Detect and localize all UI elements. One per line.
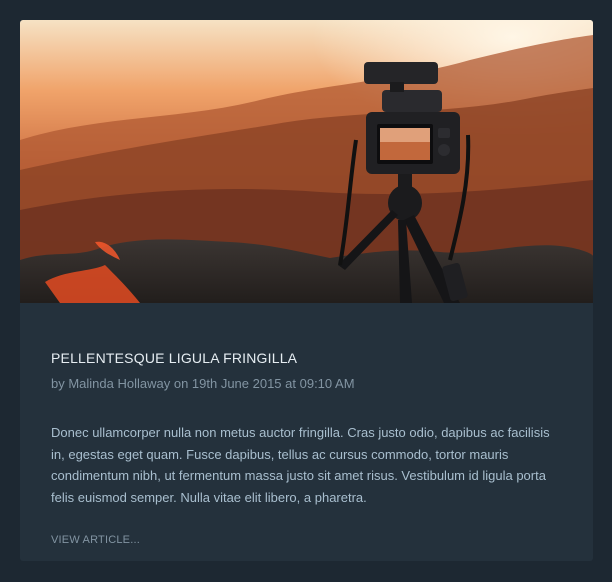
article-image[interactable] bbox=[20, 20, 593, 303]
view-article-link[interactable]: VIEW ARTICLE... bbox=[51, 534, 140, 546]
article-meta: by Malinda Hollaway on 19th June 2015 at… bbox=[51, 376, 355, 391]
article-card: PELLENTESQUE LIGULA FRINGILLA by Malinda… bbox=[20, 20, 593, 561]
article-excerpt: Donec ullamcorper nulla non metus auctor… bbox=[51, 425, 550, 505]
article-title[interactable]: PELLENTESQUE LIGULA FRINGILLA bbox=[51, 350, 297, 366]
